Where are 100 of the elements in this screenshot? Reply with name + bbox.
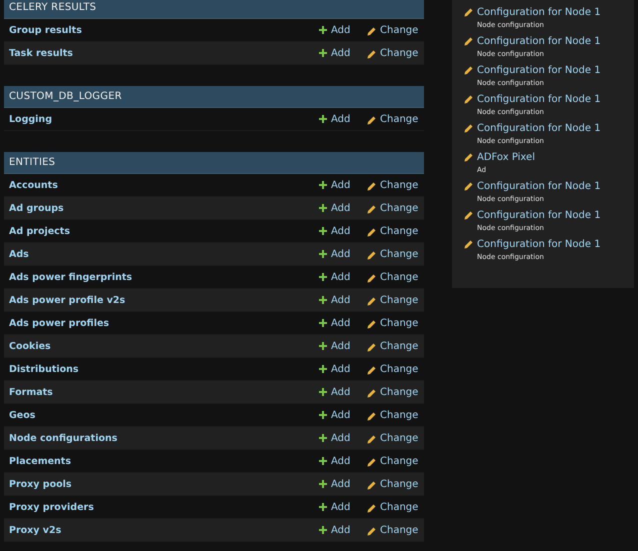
model-link[interactable]: Formats [9, 386, 319, 398]
pencil-icon [367, 342, 376, 352]
recent-action-link[interactable]: Configuration for Node 1 [477, 238, 601, 252]
change-link[interactable]: Change [367, 180, 419, 190]
model-link[interactable]: Proxy v2s [9, 524, 319, 536]
add-link[interactable]: Add [319, 432, 363, 444]
plus-icon [319, 273, 327, 281]
add-link[interactable]: Add [319, 226, 363, 236]
pencil-icon [367, 480, 376, 490]
pencil-icon [367, 320, 376, 328]
plus-icon [319, 115, 327, 123]
model-link[interactable]: Ads power fingerprints [9, 272, 319, 282]
change-link[interactable]: Change [367, 114, 419, 124]
module-caption: ENTITIES [4, 152, 424, 174]
recent-action-link[interactable]: Configuration for Node 1 [477, 64, 601, 78]
add-link[interactable]: Add [319, 524, 363, 536]
plus-icon [319, 204, 327, 212]
add-link[interactable]: Add [319, 180, 363, 190]
change-link[interactable]: Change [367, 386, 419, 398]
model-link[interactable]: Group results [9, 24, 319, 36]
change-link[interactable]: Change [367, 318, 419, 328]
change-link[interactable]: Change [367, 478, 419, 490]
plus-icon [319, 388, 327, 396]
plus-icon [319, 526, 327, 534]
change-link[interactable]: Change [367, 272, 419, 282]
add-link[interactable]: Add [319, 456, 363, 466]
pencil-icon [367, 250, 376, 260]
model-link[interactable]: Ads [9, 248, 319, 260]
change-link[interactable]: Change [367, 48, 419, 58]
pencil-icon [464, 153, 473, 162]
recent-action-link[interactable]: Configuration for Node 1 [477, 180, 601, 194]
add-link[interactable]: Add [319, 410, 363, 420]
add-link[interactable]: Add [319, 202, 363, 214]
change-link[interactable]: Change [367, 202, 419, 214]
recent-action-link[interactable]: Configuration for Node 1 [477, 93, 601, 107]
model-link[interactable]: Ads power profile v2s [9, 294, 319, 306]
model-link[interactable]: Geos [9, 410, 319, 420]
model-link[interactable]: Distributions [9, 364, 319, 374]
add-link[interactable]: Add [319, 24, 363, 36]
add-link[interactable]: Add [319, 502, 363, 512]
change-link[interactable]: Change [367, 340, 419, 352]
add-link[interactable]: Add [319, 248, 363, 260]
plus-icon [319, 227, 327, 235]
pencil-icon [367, 526, 376, 536]
plus-icon [319, 26, 327, 34]
model-link[interactable]: Accounts [9, 180, 319, 190]
model-link[interactable]: Logging [9, 114, 319, 124]
change-link[interactable]: Change [367, 524, 419, 536]
change-link[interactable]: Change [367, 432, 419, 444]
plus-icon [319, 319, 327, 327]
plus-icon [319, 434, 327, 442]
model-link[interactable]: Task results [9, 48, 319, 58]
pencil-icon [464, 182, 473, 191]
pencil-icon [464, 95, 473, 104]
pencil-icon [464, 37, 473, 46]
add-link[interactable]: Add [319, 114, 363, 124]
recent-action-link[interactable]: Configuration for Node 1 [477, 6, 601, 20]
pencil-icon [367, 116, 376, 124]
model-link[interactable]: Node configurations [9, 432, 319, 444]
add-link[interactable]: Add [319, 364, 363, 374]
change-link[interactable]: Change [367, 456, 419, 466]
add-link[interactable]: Add [319, 294, 363, 306]
pencil-icon [367, 366, 376, 374]
model-link[interactable]: Ads power profiles [9, 318, 319, 328]
add-link[interactable]: Add [319, 386, 363, 398]
pencil-icon [464, 124, 473, 133]
add-link[interactable]: Add [319, 478, 363, 490]
change-link[interactable]: Change [367, 364, 419, 374]
plus-icon [319, 296, 327, 304]
change-link[interactable]: Change [367, 502, 419, 512]
add-link[interactable]: Add [319, 272, 363, 282]
model-link[interactable]: Ad projects [9, 226, 319, 236]
recent-action-link[interactable]: Configuration for Node 1 [477, 122, 601, 136]
pencil-icon [367, 228, 376, 236]
change-link[interactable]: Change [367, 24, 419, 36]
plus-icon [319, 503, 327, 511]
recent-action-link[interactable]: ADFox Pixel [477, 151, 535, 165]
pencil-icon [464, 240, 473, 249]
plus-icon [319, 342, 327, 350]
model-link[interactable]: Proxy pools [9, 478, 319, 490]
model-link[interactable]: Cookies [9, 340, 319, 352]
change-link[interactable]: Change [367, 248, 419, 260]
pencil-icon [367, 296, 376, 306]
module-caption: CELERY RESULTS [4, 0, 424, 19]
pencil-icon [367, 388, 376, 398]
recent-action-link[interactable]: Configuration for Node 1 [477, 35, 601, 49]
change-link[interactable]: Change [367, 226, 419, 236]
plus-icon [319, 411, 327, 419]
add-link[interactable]: Add [319, 340, 363, 352]
pencil-icon [367, 204, 376, 214]
recent-action-link[interactable]: Configuration for Node 1 [477, 209, 601, 223]
model-link[interactable]: Placements [9, 456, 319, 466]
add-link[interactable]: Add [319, 318, 363, 328]
pencil-icon [464, 211, 473, 220]
change-link[interactable]: Change [367, 294, 419, 306]
change-link[interactable]: Change [367, 410, 419, 420]
model-link[interactable]: Proxy providers [9, 502, 319, 512]
plus-icon [319, 480, 327, 488]
model-link[interactable]: Ad groups [9, 202, 319, 214]
add-link[interactable]: Add [319, 48, 363, 58]
